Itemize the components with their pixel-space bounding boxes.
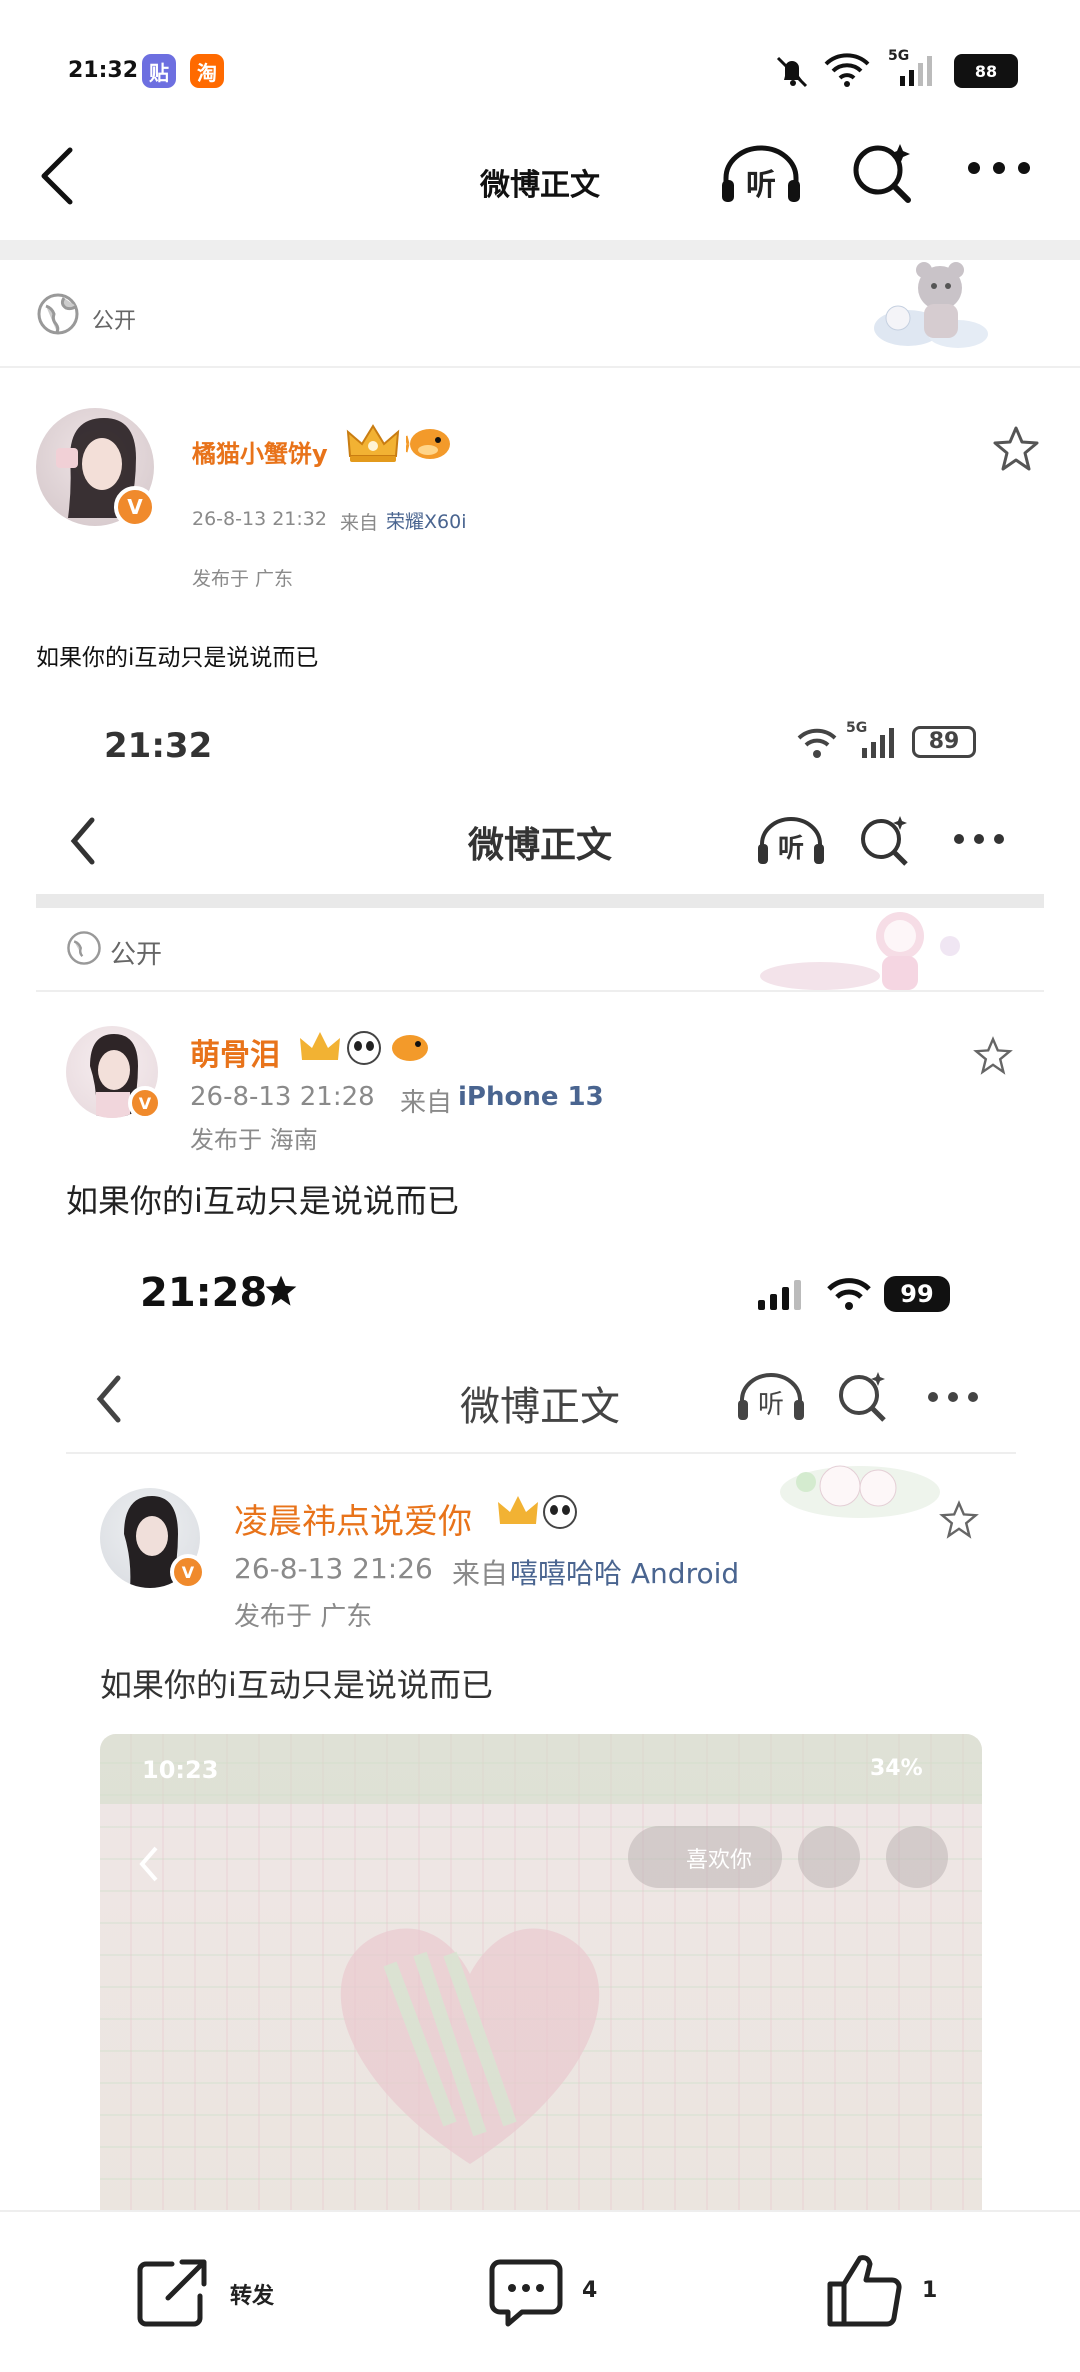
signal-icon bbox=[898, 54, 934, 88]
wifi-icon bbox=[822, 50, 872, 90]
shot1-post-time: 26-8-13 21:28 bbox=[190, 1082, 375, 1112]
shot2-verified-badge: V bbox=[170, 1554, 206, 1590]
shot1-location: 发布于 海南 bbox=[190, 1126, 318, 1154]
shot2-location: 发布于 广东 bbox=[234, 1602, 373, 1632]
shot1-source-prefix: 来自 bbox=[400, 1088, 453, 1118]
shot3-like-label: 喜欢你 bbox=[686, 1848, 753, 1873]
comment-button[interactable]: 4 bbox=[486, 2252, 646, 2332]
username[interactable]: 橘猫小蟹饼y bbox=[192, 434, 328, 469]
ai-search-icon[interactable] bbox=[848, 138, 918, 208]
shot2-source-prefix: 来自 bbox=[452, 1557, 509, 1590]
shot3-status-bar bbox=[100, 1734, 982, 1804]
shot2-status-time: 21:28 bbox=[140, 1270, 268, 1316]
shot3-back-icon bbox=[136, 1844, 160, 1884]
like-button[interactable]: 1 bbox=[824, 2250, 984, 2334]
more-icon[interactable] bbox=[966, 160, 1032, 176]
shot2-listen-label: 听 bbox=[758, 1390, 785, 1420]
shot1-listen-icon: 听 bbox=[756, 812, 826, 870]
shot1-badges-icon bbox=[298, 1028, 432, 1068]
shot2-more-icon bbox=[926, 1390, 980, 1404]
shot1-status-time: 21:32 bbox=[104, 726, 213, 766]
shot1-source: iPhone 13 bbox=[458, 1082, 604, 1112]
shot1-listen-label: 听 bbox=[778, 834, 805, 864]
shot2-bunny-sticker bbox=[770, 1452, 950, 1522]
shot1-search-icon bbox=[856, 812, 914, 870]
shot3-battery: 34% bbox=[870, 1756, 923, 1781]
crown-badge-icon bbox=[344, 422, 402, 466]
shot1-row-divider bbox=[36, 990, 1044, 992]
mute-icon bbox=[772, 52, 812, 92]
shot3-like-button: 喜欢你 bbox=[628, 1826, 782, 1888]
comment-count: 4 bbox=[582, 2278, 598, 2303]
pufferfish-badge-icon bbox=[406, 424, 454, 464]
repost-button[interactable]: 转发 bbox=[132, 2252, 312, 2332]
screenshot-image-2[interactable]: 21:28 99 微博正文 听 V 凌晨祎点说爱你 26-8-13 21:26 … bbox=[0, 1250, 1080, 2210]
shot2-star-status-icon bbox=[262, 1272, 300, 1310]
post-location: 发布于 广东 bbox=[192, 568, 294, 590]
globe-icon bbox=[36, 292, 80, 336]
favorite-star-icon[interactable] bbox=[990, 424, 1042, 474]
shot1-visibility: 公开 bbox=[110, 940, 163, 970]
repost-label: 转发 bbox=[230, 2284, 275, 2309]
screenshot-image-3[interactable]: 10:23 34% 喜欢你 bbox=[100, 1734, 982, 2210]
shot1-melody-sticker bbox=[760, 906, 980, 996]
post-text: 如果你的i互动只是说说而已 bbox=[36, 645, 319, 671]
shot2-nav-title: 微博正文 bbox=[460, 1384, 620, 1430]
page-title: 微博正文 bbox=[480, 168, 600, 203]
shot1-wifi-icon bbox=[796, 726, 838, 760]
shot2-listen-icon: 听 bbox=[736, 1368, 806, 1426]
shot2-search-icon bbox=[834, 1368, 892, 1426]
shot1-post-text: 如果你的i互动只是说说而已 bbox=[66, 1182, 459, 1220]
listen-label: 听 bbox=[746, 168, 776, 203]
shot2-badges-icon bbox=[496, 1492, 578, 1532]
shot1-more-icon bbox=[952, 832, 1006, 846]
shot2-post-time: 26-8-13 21:26 bbox=[234, 1552, 433, 1585]
visibility-label: 公开 bbox=[92, 309, 137, 334]
shot3-heart-artwork bbox=[270, 1884, 670, 2184]
shot1-username: 萌骨泪 bbox=[190, 1038, 280, 1073]
verified-badge: V bbox=[114, 486, 156, 528]
shot3-search-button bbox=[798, 1826, 860, 1888]
shot2-post-text: 如果你的i互动只是说说而已 bbox=[100, 1666, 493, 1704]
source-prefix: 来自 bbox=[340, 512, 379, 534]
shot1-signal-icon bbox=[860, 726, 902, 760]
shot2-signal-icon bbox=[756, 1278, 808, 1312]
shot3-status-time: 10:23 bbox=[142, 1756, 219, 1784]
bottom-action-bar: 转发 4 1 bbox=[0, 2210, 1080, 2372]
source-link[interactable]: 荣耀X60i bbox=[386, 507, 466, 534]
row-divider bbox=[0, 366, 1080, 368]
shot3-more-button bbox=[886, 1826, 948, 1888]
shot2-source: 嘻嘻哈哈 Android bbox=[510, 1557, 740, 1590]
like-count: 1 bbox=[922, 2278, 938, 2303]
shot2-star-icon bbox=[938, 1500, 980, 1540]
post-time: 26-8-13 21:32 bbox=[192, 508, 327, 530]
shot2-battery: 99 bbox=[884, 1276, 950, 1312]
shot1-battery: 89 bbox=[912, 726, 976, 758]
shot2-wifi-icon bbox=[826, 1276, 872, 1312]
tieba-app-icon: 贴 bbox=[142, 54, 176, 88]
screenshot-image-1[interactable]: 21:32 5G 89 微博正文 听 公开 V 萌骨泪 26-8-13 21:2… bbox=[0, 690, 1080, 1250]
shot1-nav-title: 微博正文 bbox=[467, 825, 612, 866]
shot1-globe-icon bbox=[66, 930, 102, 966]
status-time: 21:32 bbox=[68, 58, 139, 83]
battery-level: 88 bbox=[954, 54, 1018, 88]
section-divider bbox=[0, 240, 1080, 260]
shot1-verified-badge: V bbox=[128, 1086, 162, 1120]
taobao-app-icon: 淘 bbox=[190, 54, 224, 88]
shot2-username: 凌晨祎点说爱你 bbox=[234, 1502, 472, 1542]
listen-button[interactable]: 听 bbox=[718, 140, 804, 210]
bear-sticker-decoration bbox=[868, 258, 998, 358]
shot1-star-icon bbox=[972, 1036, 1014, 1076]
